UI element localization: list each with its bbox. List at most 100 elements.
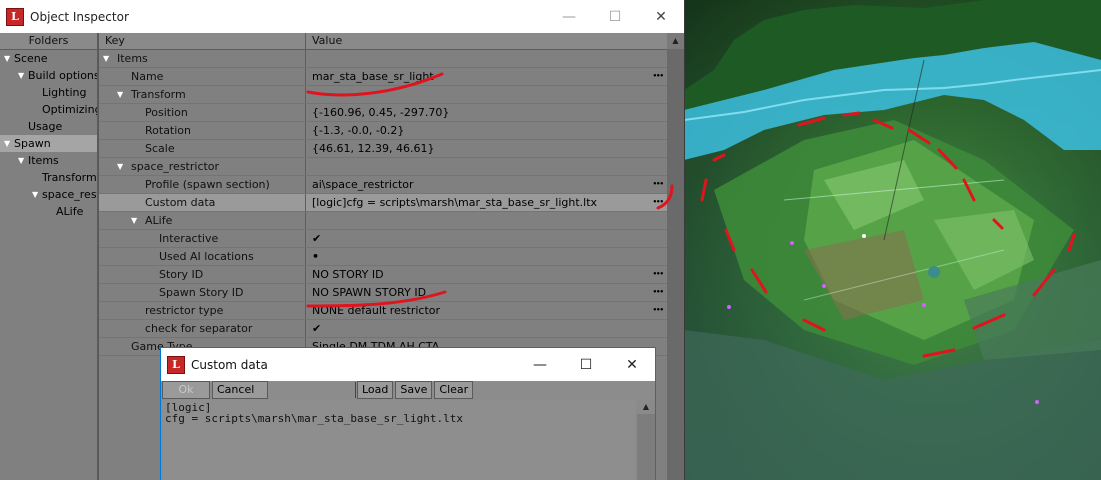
property-row[interactable]: ▼ ALife: [99, 212, 667, 230]
property-key-label: Profile (spawn section): [145, 178, 270, 191]
folder-item[interactable]: Usage: [0, 118, 97, 135]
property-value-text: NO STORY ID: [312, 268, 384, 281]
property-value[interactable]: [logic]cfg = scripts\marsh\mar_sta_base_…: [306, 194, 667, 211]
checkmark-icon[interactable]: ✔: [312, 322, 321, 335]
ellipsis-button-icon[interactable]: •••: [653, 68, 664, 85]
property-key: ▼ ALife: [99, 212, 306, 229]
property-row[interactable]: Spawn Story ID NO SPAWN STORY ID •••: [99, 284, 667, 302]
property-row[interactable]: ▼ space_restrictor: [99, 158, 667, 176]
minimize-icon[interactable]: —: [517, 348, 563, 381]
close-icon[interactable]: ✕: [609, 348, 655, 381]
dialog-body: Ok Cancel Load Save Clear [logic] cfg = …: [161, 381, 655, 480]
custom-data-textarea[interactable]: [logic] cfg = scripts\marsh\mar_sta_base…: [163, 400, 635, 480]
property-value: [306, 212, 667, 229]
properties-header: Key Value: [99, 33, 667, 50]
property-key: Profile (spawn section): [99, 176, 306, 193]
property-key: ▼ Transform: [99, 86, 306, 103]
property-key-label: Name: [131, 70, 164, 83]
property-value[interactable]: ✔: [306, 230, 667, 247]
property-row[interactable]: Rotation {-1.3, -0.0, -0.2}: [99, 122, 667, 140]
property-row[interactable]: Custom data [logic]cfg = scripts\marsh\ma…: [99, 194, 667, 212]
expand-arrow-icon[interactable]: ▼: [117, 86, 123, 103]
property-row[interactable]: Interactive ✔: [99, 230, 667, 248]
expand-arrow-icon[interactable]: ▼: [103, 50, 109, 67]
expand-arrow-icon[interactable]: ▼: [32, 186, 38, 203]
dialog-scrollbar[interactable]: ▲: [637, 400, 655, 480]
property-row[interactable]: Used AI locations •: [99, 248, 667, 266]
folder-item[interactable]: ▼ space_restr: [0, 186, 97, 203]
property-row[interactable]: restrictor type NONE default restrictor ••…: [99, 302, 667, 320]
folders-header: Folders: [0, 33, 97, 50]
clear-button[interactable]: Clear: [434, 381, 474, 399]
folder-item[interactable]: ▼ Spawn: [0, 135, 97, 152]
dialog-titlebar[interactable]: L Custom data — ☐ ✕: [161, 348, 655, 381]
property-value: [306, 158, 667, 175]
property-key-label: Transform: [131, 88, 186, 101]
property-value[interactable]: NONE default restrictor •••: [306, 302, 667, 319]
value-column-header[interactable]: Value: [306, 33, 342, 49]
property-key: Used AI locations: [99, 248, 306, 265]
ellipsis-button-icon[interactable]: •••: [653, 302, 664, 319]
maximize-icon[interactable]: ☐: [592, 0, 638, 33]
folder-item-label: Transform: [42, 171, 97, 184]
folder-item[interactable]: ALife: [0, 203, 97, 220]
property-key: Interactive: [99, 230, 306, 247]
close-icon[interactable]: ✕: [638, 0, 684, 33]
folder-item-label: Usage: [28, 120, 63, 133]
property-key: Custom data: [99, 194, 306, 211]
properties-scrollbar[interactable]: ▲: [667, 33, 684, 480]
property-row[interactable]: ▼ Items: [99, 50, 667, 68]
load-button[interactable]: Load: [357, 381, 394, 399]
maximize-icon[interactable]: ☐: [563, 348, 609, 381]
property-key-label: Scale: [145, 142, 175, 155]
expand-arrow-icon[interactable]: ▼: [4, 50, 10, 67]
folder-item[interactable]: Optimizing: [0, 101, 97, 118]
inspector-titlebar[interactable]: L Object Inspector — ☐ ✕: [0, 0, 684, 33]
ok-button[interactable]: Ok: [162, 381, 210, 399]
minimize-icon[interactable]: —: [546, 0, 592, 33]
level-viewport[interactable]: [684, 0, 1101, 480]
folder-item-label: space_restr: [42, 188, 97, 201]
expand-arrow-icon[interactable]: ▼: [117, 158, 123, 175]
property-key-label: Story ID: [159, 268, 204, 281]
property-value[interactable]: NO SPAWN STORY ID •••: [306, 284, 667, 301]
property-value-text: NONE default restrictor: [312, 304, 441, 317]
property-key-label: Items: [117, 52, 148, 65]
ellipsis-button-icon[interactable]: •••: [653, 284, 664, 301]
ellipsis-button-icon[interactable]: •••: [653, 176, 664, 193]
property-key-label: Used AI locations: [159, 250, 254, 263]
folder-item[interactable]: ▼ Build options: [0, 67, 97, 84]
folder-item[interactable]: ▼ Items: [0, 152, 97, 169]
ellipsis-button-icon[interactable]: •••: [653, 266, 664, 283]
property-key-label: Position: [145, 106, 188, 119]
property-value[interactable]: •: [306, 248, 667, 265]
expand-arrow-icon[interactable]: ▼: [131, 212, 137, 229]
expand-arrow-icon[interactable]: ▼: [4, 135, 10, 152]
property-row[interactable]: Position {-160.96, 0.45, -297.70}: [99, 104, 667, 122]
scroll-up-icon[interactable]: ▲: [637, 400, 655, 414]
property-row[interactable]: Scale {46.61, 12.39, 46.61}: [99, 140, 667, 158]
property-row[interactable]: ▼ Transform: [99, 86, 667, 104]
property-value-text: mar_sta_base_sr_light: [312, 70, 434, 83]
folders-panel: Folders ▼ Scene ▼ Build options Lighting Opti…: [0, 33, 99, 480]
property-value[interactable]: ai\space_restrictor •••: [306, 176, 667, 193]
property-row[interactable]: Profile (spawn section) ai\space_restrict…: [99, 176, 667, 194]
folder-item[interactable]: Lighting: [0, 84, 97, 101]
cancel-button[interactable]: Cancel: [212, 381, 268, 399]
property-row[interactable]: Name mar_sta_base_sr_light •••: [99, 68, 667, 86]
expand-arrow-icon[interactable]: ▼: [18, 152, 24, 169]
folder-item[interactable]: Transform: [0, 169, 97, 186]
key-column-header[interactable]: Key: [99, 33, 306, 49]
property-value[interactable]: NO STORY ID •••: [306, 266, 667, 283]
folder-item[interactable]: ▼ Scene: [0, 50, 97, 67]
bullet-icon[interactable]: •: [312, 250, 319, 263]
property-value[interactable]: ✔: [306, 320, 667, 337]
checkmark-icon[interactable]: ✔: [312, 232, 321, 245]
ellipsis-button-icon[interactable]: •••: [653, 194, 664, 211]
scroll-up-icon[interactable]: ▲: [667, 33, 684, 49]
save-button[interactable]: Save: [395, 381, 433, 399]
property-row[interactable]: Story ID NO STORY ID •••: [99, 266, 667, 284]
property-value[interactable]: mar_sta_base_sr_light •••: [306, 68, 667, 85]
expand-arrow-icon[interactable]: ▼: [18, 67, 24, 84]
property-row[interactable]: check for separator ✔: [99, 320, 667, 338]
